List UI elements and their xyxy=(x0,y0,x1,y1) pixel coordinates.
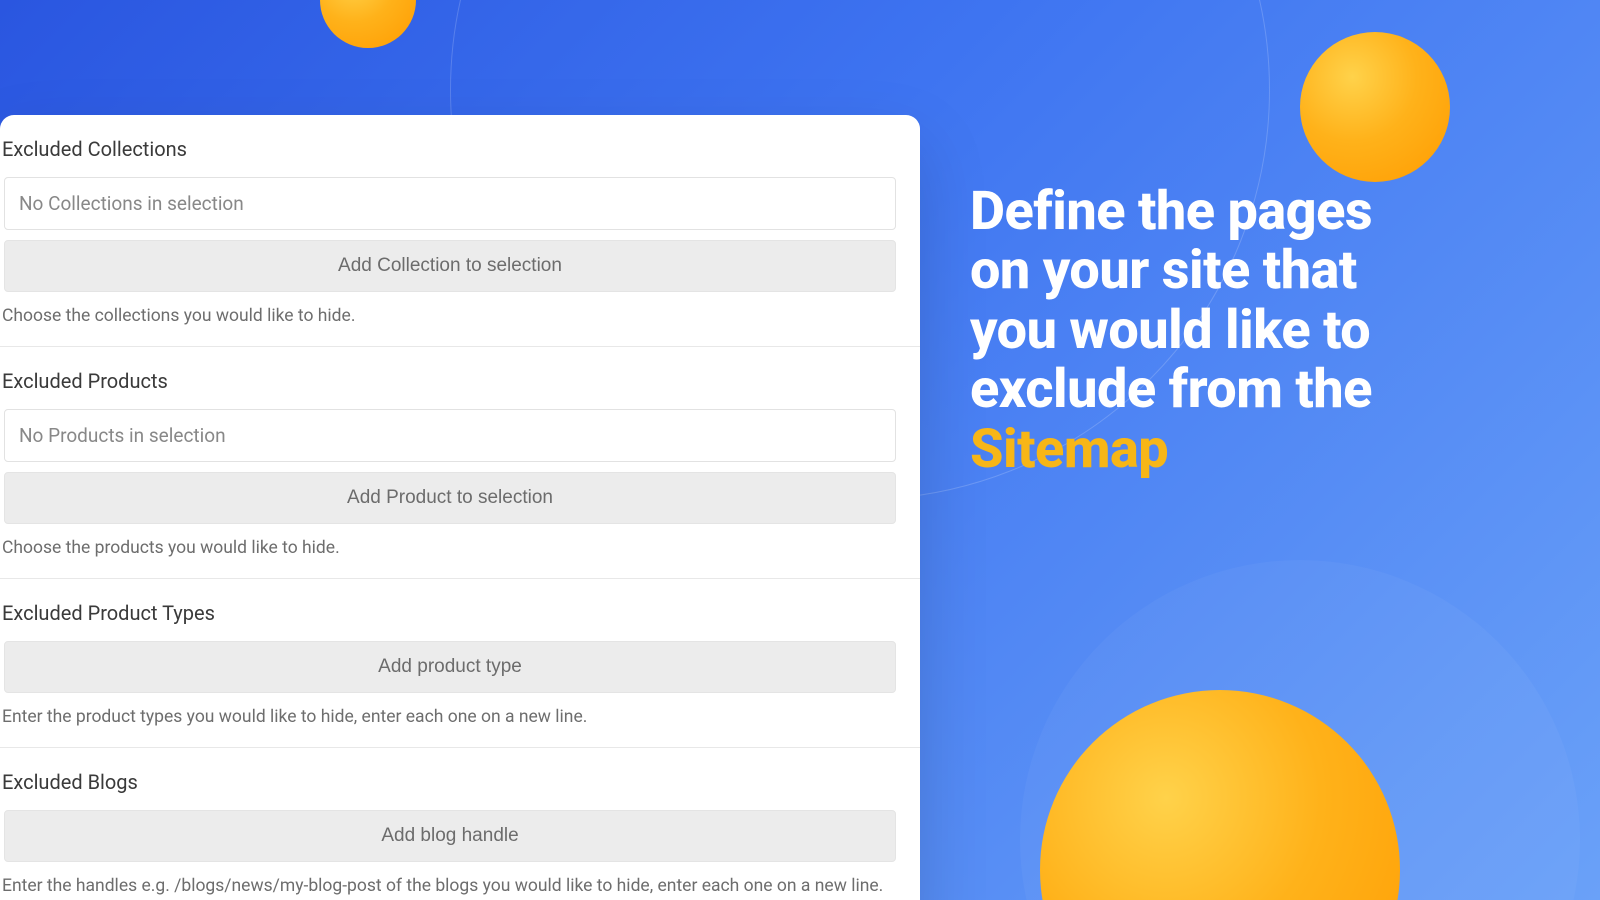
excluded-product-types-section: Excluded Product Types Add product type … xyxy=(0,578,920,747)
helper-text: Choose the collections you would like to… xyxy=(0,306,920,326)
promo-line: exclude from the xyxy=(970,360,1570,419)
products-selection-box[interactable]: No Products in selection xyxy=(4,409,896,462)
promo-line: you would like to xyxy=(970,301,1570,360)
add-blog-handle-button[interactable]: Add blog handle xyxy=(4,810,896,862)
settings-panel: Excluded Collections No Collections in s… xyxy=(0,115,920,900)
excluded-products-section: Excluded Products No Products in selecti… xyxy=(0,346,920,578)
orange-ball-icon xyxy=(1300,32,1450,182)
excluded-collections-section: Excluded Collections No Collections in s… xyxy=(0,137,920,346)
add-collection-button[interactable]: Add Collection to selection xyxy=(4,240,896,292)
promo-heading: Define the pages on your site that you w… xyxy=(970,182,1570,479)
helper-text: Choose the products you would like to hi… xyxy=(0,538,920,558)
section-title: Excluded Blogs xyxy=(0,770,920,794)
section-title: Excluded Collections xyxy=(0,137,920,161)
add-product-button[interactable]: Add Product to selection xyxy=(4,472,896,524)
helper-text: Enter the handles e.g. /blogs/news/my-bl… xyxy=(0,876,920,896)
promo-line: on your site that xyxy=(970,241,1570,300)
promo-line: Define the pages xyxy=(970,182,1570,241)
excluded-blogs-section: Excluded Blogs Add blog handle Enter the… xyxy=(0,747,920,900)
collections-selection-box[interactable]: No Collections in selection xyxy=(4,177,896,230)
section-title: Excluded Product Types xyxy=(0,601,920,625)
promo-stage: Excluded Collections No Collections in s… xyxy=(0,0,1600,900)
section-title: Excluded Products xyxy=(0,369,920,393)
promo-highlight: Sitemap xyxy=(970,420,1570,479)
add-product-type-button[interactable]: Add product type xyxy=(4,641,896,693)
helper-text: Enter the product types you would like t… xyxy=(0,707,920,727)
orange-ball-icon xyxy=(320,0,416,48)
